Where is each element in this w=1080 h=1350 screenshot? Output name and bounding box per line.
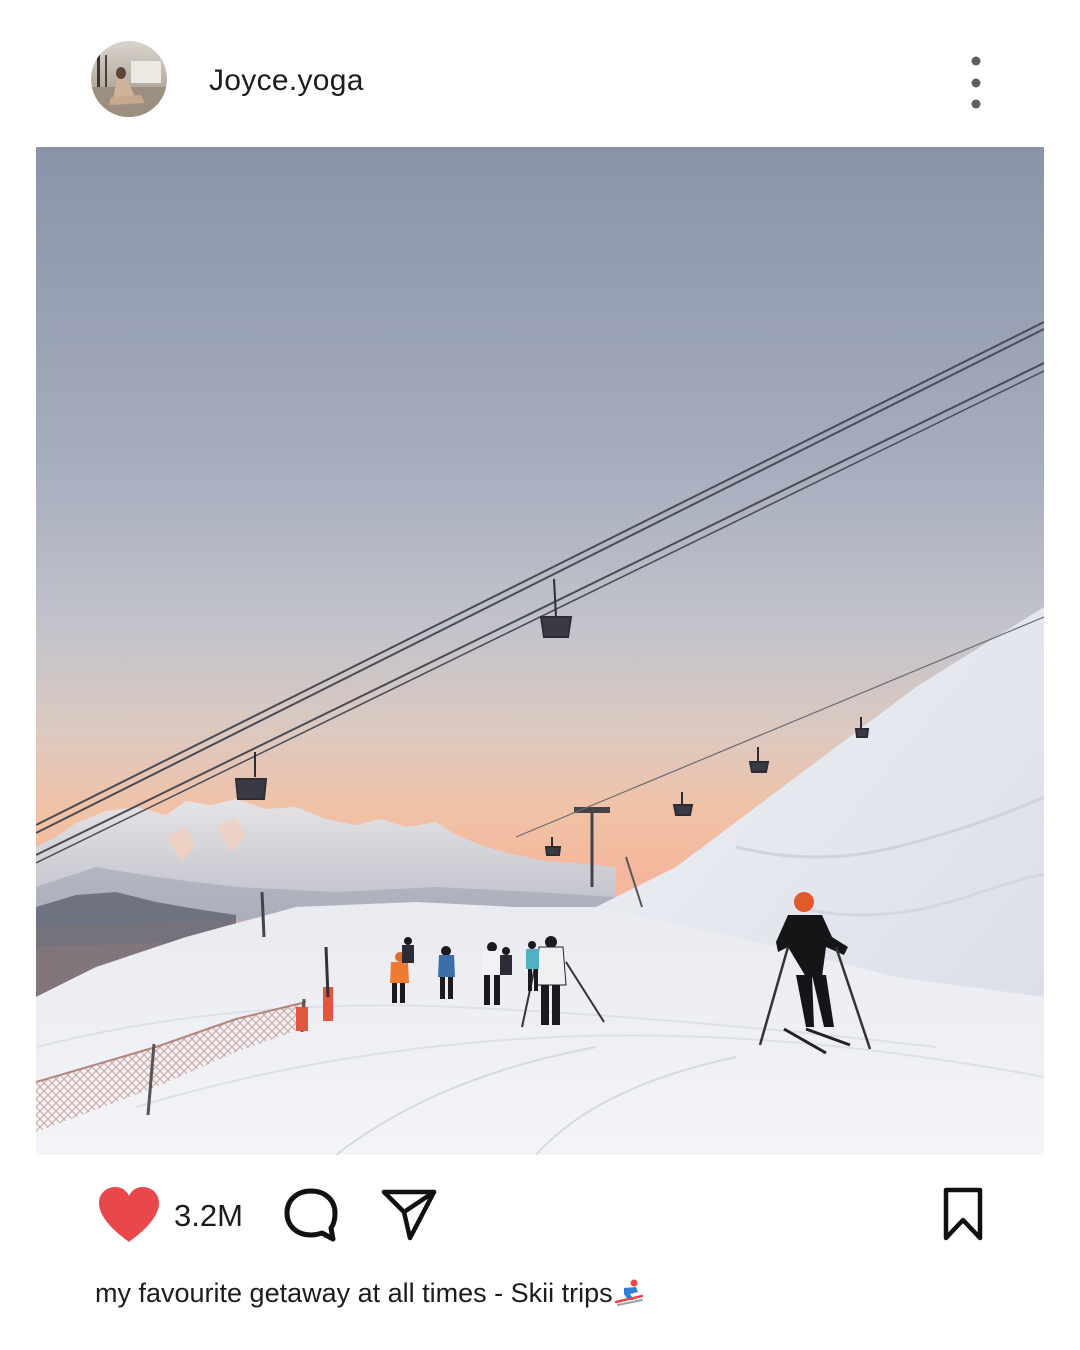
bookmark-icon — [943, 1187, 983, 1241]
paper-plane-icon — [381, 1189, 437, 1241]
skier-emoji-icon — [614, 1278, 644, 1306]
share-button[interactable] — [380, 1186, 438, 1242]
avatar-image — [91, 41, 167, 117]
like-button[interactable] — [97, 1186, 161, 1244]
heart-icon — [99, 1187, 159, 1242]
action-bar: 3.2M — [0, 1170, 1080, 1260]
post-caption: my favourite getaway at all times - Skii… — [95, 1278, 644, 1309]
comment-bubble-icon — [284, 1188, 338, 1242]
caption-text: my favourite getaway at all times - Skii… — [95, 1278, 613, 1308]
avatar[interactable] — [91, 41, 167, 117]
vertical-dots-icon — [971, 56, 981, 109]
comment-button[interactable] — [282, 1186, 340, 1244]
save-button[interactable] — [940, 1186, 986, 1242]
ski-slope-image — [36, 147, 1044, 1155]
post-header: Joyce.yoga — [0, 0, 1080, 146]
post-photo[interactable] — [36, 147, 1044, 1155]
like-count: 3.2M — [174, 1198, 243, 1233]
more-options-button[interactable] — [956, 52, 996, 114]
username[interactable]: Joyce.yoga — [209, 64, 364, 98]
